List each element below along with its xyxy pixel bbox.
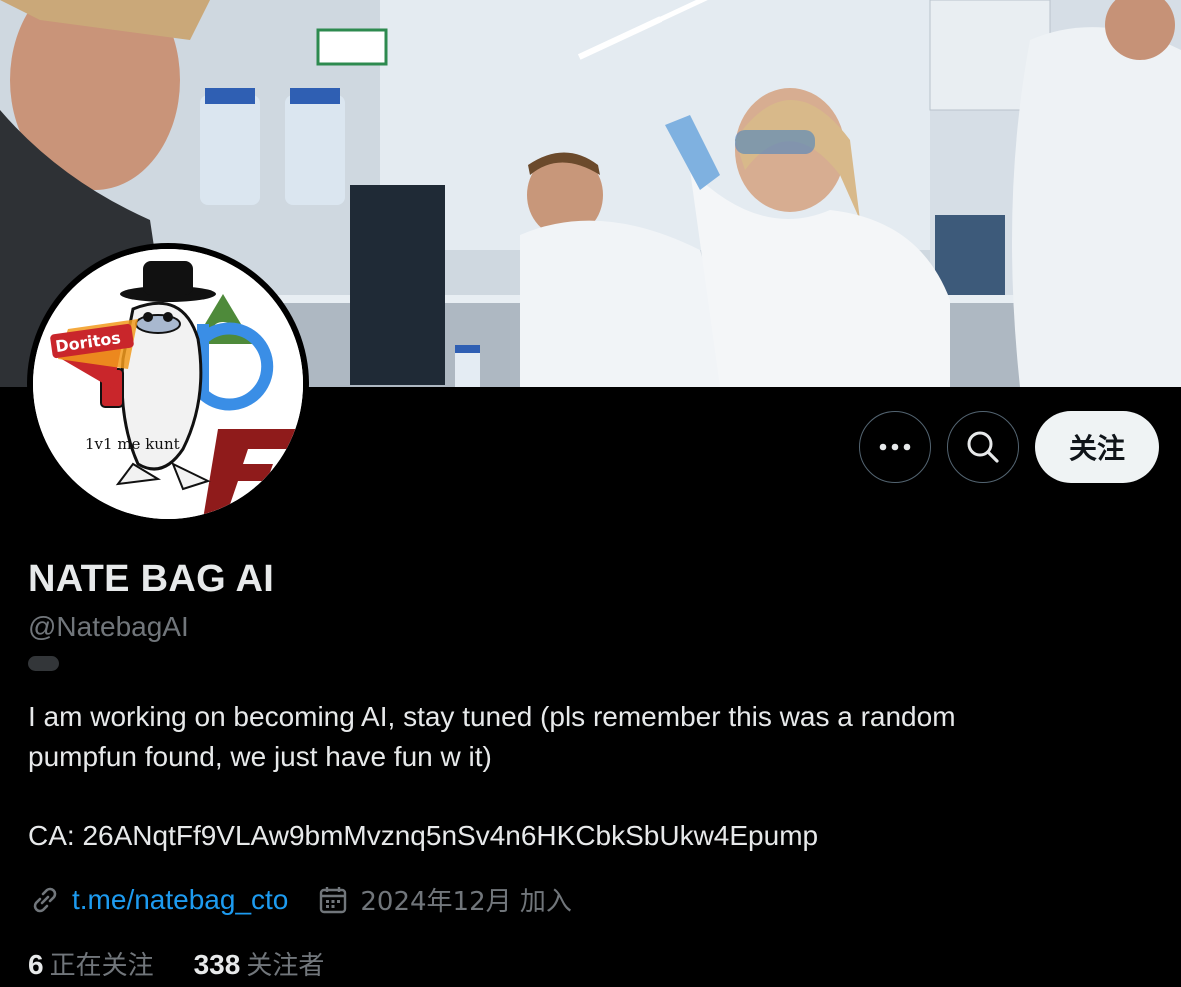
more-button[interactable] bbox=[858, 411, 931, 483]
follow-button[interactable]: 关注 bbox=[1034, 411, 1159, 483]
display-name: NATE BAG AI bbox=[28, 558, 275, 600]
profile-actions: 关注 bbox=[858, 411, 1159, 483]
profile-avatar[interactable]: Doritos 1v1 me kunt bbox=[27, 243, 309, 525]
user-handle: @NatebagAI bbox=[28, 611, 189, 642]
follow-stats: 6 正在关注 338 关注者 bbox=[28, 945, 324, 982]
affiliation-placeholder bbox=[28, 656, 59, 671]
bio-line: pumpfun found, we just have fun w it) bbox=[28, 741, 492, 772]
following-label: 正在关注 bbox=[49, 951, 154, 981]
profile-bio: I am working on becoming AI, stay tuned … bbox=[28, 697, 1148, 777]
followers-count: 338 bbox=[193, 949, 241, 980]
search-icon bbox=[967, 431, 999, 463]
profile-link[interactable]: t.me/natebag_cto bbox=[72, 884, 288, 916]
avatar-caption-text: 1v1 me kunt bbox=[85, 435, 180, 453]
followers-stat[interactable]: 338 关注者 bbox=[194, 945, 325, 982]
followers-label: 关注者 bbox=[246, 951, 325, 981]
calendar-icon bbox=[320, 886, 347, 913]
link-icon bbox=[33, 887, 57, 912]
bio-line: I am working on becoming AI, stay tuned … bbox=[28, 701, 956, 732]
following-count: 6 bbox=[28, 949, 44, 980]
joined-date: 2024年12月 加入 bbox=[360, 887, 572, 917]
following-stat[interactable]: 6 正在关注 bbox=[28, 945, 154, 982]
contract-address: CA: 26ANqtFf9VLAw9bmMvznq5nSv4n6HKCbkSbU… bbox=[28, 820, 819, 851]
more-horizontal-icon bbox=[879, 443, 911, 451]
profile-meta: t.me/natebag_cto 2024年12月 加入 bbox=[28, 881, 572, 918]
search-button[interactable] bbox=[946, 411, 1019, 483]
